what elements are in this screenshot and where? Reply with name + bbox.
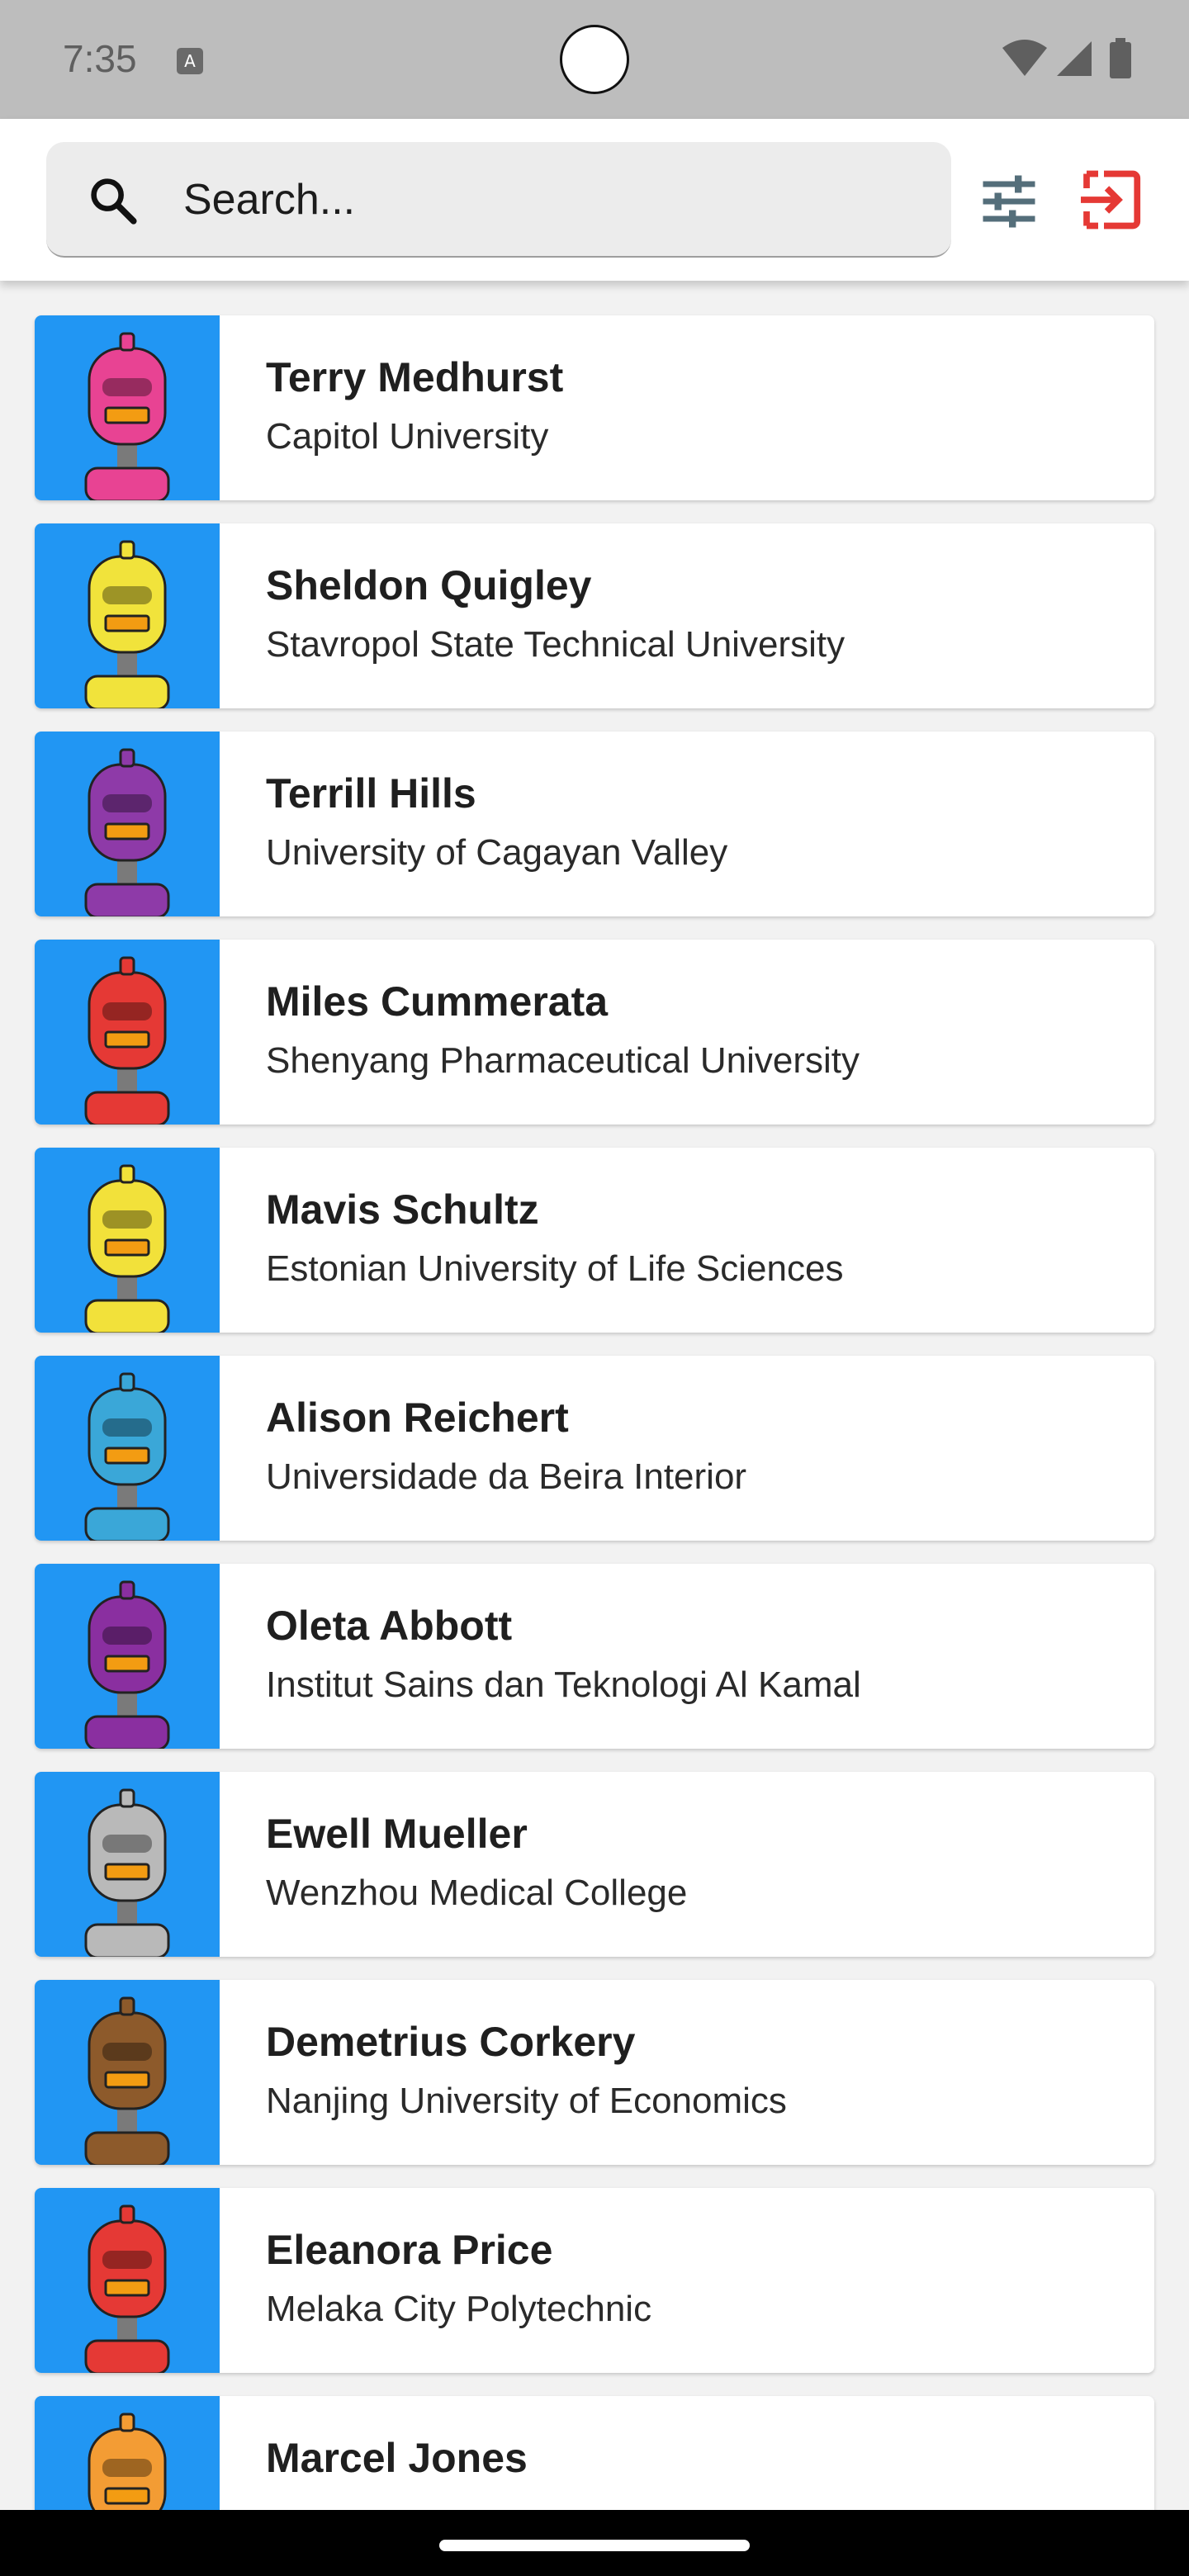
robot-icon bbox=[84, 1580, 170, 1749]
robot-avatar bbox=[35, 1148, 220, 1333]
person-university: Stavropol State Technical University bbox=[266, 624, 846, 665]
list-item[interactable]: Terry Medhurst Capitol University bbox=[35, 315, 1154, 500]
person-university: Capitol University bbox=[266, 416, 549, 457]
robot-avatar bbox=[35, 315, 220, 500]
person-name: Demetrius Corkery bbox=[266, 2019, 636, 2065]
robot-icon bbox=[84, 956, 170, 1125]
navigation-bar bbox=[0, 2510, 1189, 2576]
person-university: Institut Sains dan Teknologi Al Kamal bbox=[266, 1664, 861, 1705]
list-item[interactable]: Ewell Mueller Wenzhou Medical College bbox=[35, 1772, 1154, 1957]
people-list[interactable]: Terry Medhurst Capitol University Sheldon … bbox=[0, 281, 1189, 2510]
search-icon bbox=[91, 178, 137, 225]
svg-text:A: A bbox=[184, 51, 196, 71]
person-university: Shenyang Pharmaceutical University bbox=[266, 1040, 860, 1081]
robot-avatar bbox=[35, 523, 220, 708]
robot-avatar bbox=[35, 2188, 220, 2373]
person-name: Terry Medhurst bbox=[266, 354, 564, 400]
robot-icon bbox=[84, 1164, 170, 1333]
person-name: Oleta Abbott bbox=[266, 1603, 513, 1649]
list-item[interactable]: Sheldon Quigley Stavropol State Technical… bbox=[35, 523, 1154, 708]
robot-icon bbox=[84, 1996, 170, 2165]
person-university: Melaka City Polytechnic bbox=[266, 2289, 652, 2329]
a-notification-icon: A bbox=[177, 48, 203, 74]
person-name: Alison Reichert bbox=[266, 1395, 569, 1441]
robot-avatar bbox=[35, 2396, 220, 2510]
filter-icon[interactable] bbox=[974, 167, 1044, 236]
robot-icon bbox=[84, 540, 170, 708]
person-name: Miles Cummerata bbox=[266, 978, 609, 1025]
list-item[interactable]: Mavis Schultz Estonian University of Life… bbox=[35, 1148, 1154, 1333]
search-input[interactable] bbox=[183, 142, 926, 258]
person-name: Sheldon Quigley bbox=[266, 562, 592, 608]
cell-signal-icon bbox=[1057, 41, 1092, 76]
person-university: Nanjing University of Economics bbox=[266, 2081, 787, 2121]
robot-icon bbox=[88, 2413, 167, 2510]
robot-icon bbox=[84, 2204, 170, 2373]
robot-avatar bbox=[35, 732, 220, 916]
home-gesture-handle[interactable] bbox=[439, 2540, 750, 2551]
person-university: Wenzhou Medical College bbox=[266, 1873, 688, 1913]
wifi-icon bbox=[1002, 40, 1047, 76]
person-name: Eleanora Price bbox=[266, 2227, 553, 2273]
person-university: Universidade da Beira Interior bbox=[266, 1456, 747, 1497]
battery-icon bbox=[1110, 38, 1131, 78]
person-name: Marcel Jones bbox=[266, 2435, 528, 2481]
robot-avatar bbox=[35, 1772, 220, 1957]
list-item[interactable]: Terrill Hills University of Cagayan Valle… bbox=[35, 732, 1154, 916]
person-name: Ewell Mueller bbox=[266, 1811, 528, 1857]
robot-icon bbox=[84, 748, 170, 916]
robot-icon bbox=[84, 1372, 170, 1541]
list-item[interactable]: Alison Reichert Universidade da Beira Int… bbox=[35, 1356, 1154, 1541]
list-item[interactable]: Oleta Abbott Institut Sains dan Teknologi… bbox=[35, 1564, 1154, 1749]
app-bar bbox=[0, 119, 1189, 281]
search-box[interactable] bbox=[46, 142, 951, 258]
status-icons bbox=[1001, 38, 1149, 79]
list-item[interactable]: Miles Cummerata Shenyang Pharmaceutical U… bbox=[35, 940, 1154, 1125]
robot-avatar bbox=[35, 1980, 220, 2165]
list-item[interactable]: Eleanora Price Melaka City Polytechnic bbox=[35, 2188, 1154, 2373]
logout-icon[interactable] bbox=[1075, 165, 1144, 234]
camera-cutout bbox=[560, 25, 629, 94]
person-name: Terrill Hills bbox=[266, 770, 476, 817]
person-university: Estonian University of Life Sciences bbox=[266, 1248, 844, 1289]
list-item[interactable]: Marcel Jones bbox=[35, 2396, 1154, 2510]
list-item[interactable]: Demetrius Corkery Nanjing University of E… bbox=[35, 1980, 1154, 2165]
person-university: University of Cagayan Valley bbox=[266, 832, 728, 873]
status-bar: 7:35 A bbox=[0, 0, 1189, 119]
status-time: 7:35 bbox=[63, 37, 137, 80]
robot-icon bbox=[84, 1788, 170, 1957]
robot-icon bbox=[84, 332, 170, 500]
robot-avatar bbox=[35, 1564, 220, 1749]
person-name: Mavis Schultz bbox=[266, 1186, 539, 1233]
robot-avatar bbox=[35, 940, 220, 1125]
robot-avatar bbox=[35, 1356, 220, 1541]
